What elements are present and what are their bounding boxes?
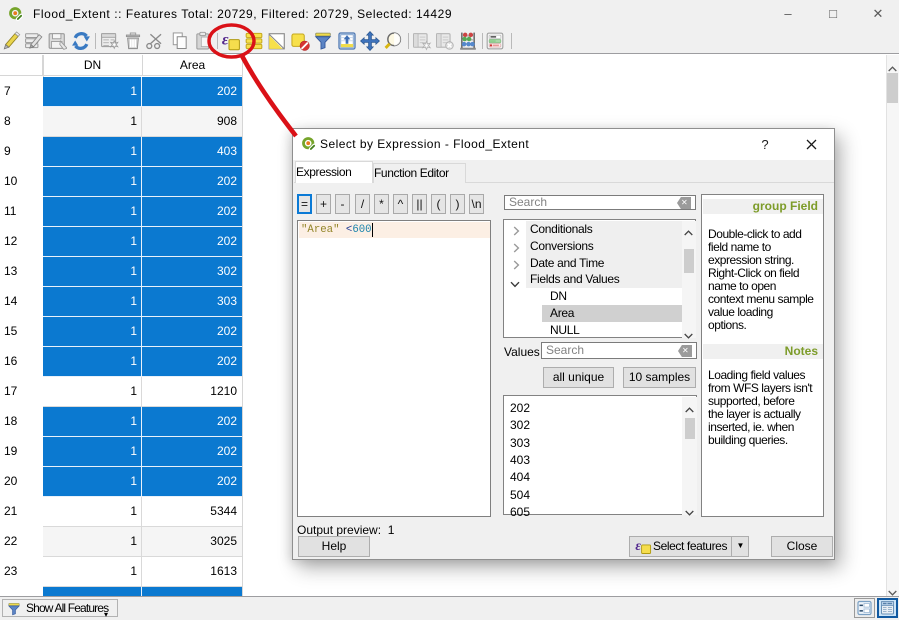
svg-text:ε: ε bbox=[635, 538, 641, 553]
svg-text:ε: ε bbox=[221, 31, 228, 48]
